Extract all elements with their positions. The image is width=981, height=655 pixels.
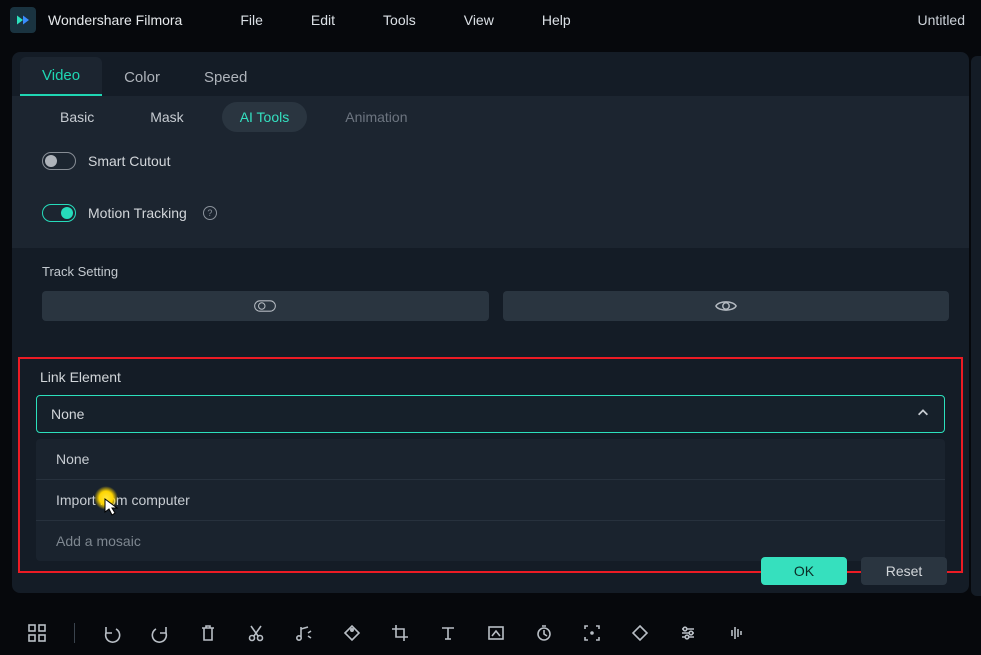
- cut-icon[interactable]: [245, 622, 267, 644]
- undo-icon[interactable]: [101, 622, 123, 644]
- right-side-strip: [971, 56, 981, 596]
- menu-file[interactable]: File: [230, 8, 273, 32]
- audio-detach-icon[interactable]: [293, 622, 315, 644]
- speed-ramp-icon[interactable]: [485, 622, 507, 644]
- reset-button[interactable]: Reset: [861, 557, 947, 585]
- subtab-mask[interactable]: Mask: [132, 102, 201, 132]
- smart-cutout-label: Smart Cutout: [88, 153, 170, 169]
- timer-icon[interactable]: [533, 622, 555, 644]
- option-motion-tracking: Motion Tracking ?: [42, 196, 949, 230]
- option-smart-cutout: Smart Cutout: [42, 144, 949, 178]
- dropdown-option-none[interactable]: None: [36, 439, 945, 480]
- subtab-ai-tools[interactable]: AI Tools: [222, 102, 308, 132]
- link-element-dropdown: None Import from computer Add a mosaic: [36, 439, 945, 561]
- track-setting-label: Track Setting: [42, 264, 949, 279]
- menu-tools[interactable]: Tools: [373, 8, 426, 32]
- link-element-combo[interactable]: None: [36, 395, 945, 433]
- focus-icon[interactable]: [581, 622, 603, 644]
- menu-edit[interactable]: Edit: [301, 8, 345, 32]
- footer-buttons: OK Reset: [761, 557, 947, 585]
- ok-button[interactable]: OK: [761, 557, 847, 585]
- link-element-selected: None: [51, 406, 84, 422]
- inspector-panel: Video Color Speed Basic Mask AI Tools An…: [12, 52, 969, 593]
- dropdown-option-mosaic[interactable]: Add a mosaic: [36, 521, 945, 561]
- bottom-toolbar: [0, 611, 981, 655]
- crop-icon[interactable]: [389, 622, 411, 644]
- sub-tabs: Basic Mask AI Tools Animation: [12, 96, 969, 138]
- tab-speed[interactable]: Speed: [182, 59, 269, 96]
- subtab-animation[interactable]: Animation: [327, 102, 425, 132]
- grid-icon[interactable]: [26, 622, 48, 644]
- link-element-region: Link Element None None Import from compu…: [18, 357, 963, 573]
- divider: [74, 623, 75, 643]
- options-area: Smart Cutout Motion Tracking ?: [12, 138, 969, 248]
- primary-tabs: Video Color Speed: [12, 52, 969, 96]
- waveform-icon[interactable]: [725, 622, 747, 644]
- track-setting-section: Track Setting: [12, 248, 969, 321]
- text-icon[interactable]: [437, 622, 459, 644]
- chevron-up-icon: [916, 406, 930, 423]
- track-toggle-segment[interactable]: [42, 291, 489, 321]
- smart-cutout-toggle[interactable]: [42, 152, 76, 170]
- tag-icon[interactable]: [341, 622, 363, 644]
- tab-color[interactable]: Color: [102, 59, 182, 96]
- menu-help[interactable]: Help: [532, 8, 581, 32]
- track-visibility-segment[interactable]: [503, 291, 950, 321]
- subtab-basic[interactable]: Basic: [42, 102, 112, 132]
- app-icon: [10, 7, 36, 33]
- redo-icon[interactable]: [149, 622, 171, 644]
- dropdown-option-import[interactable]: Import from computer: [36, 480, 945, 521]
- tab-video[interactable]: Video: [20, 57, 102, 96]
- help-icon[interactable]: ?: [203, 206, 217, 220]
- menubar: Wondershare Filmora File Edit Tools View…: [0, 0, 981, 40]
- motion-tracking-toggle[interactable]: [42, 204, 76, 222]
- menu-view[interactable]: View: [454, 8, 504, 32]
- motion-tracking-label: Motion Tracking: [88, 205, 187, 221]
- document-title: Untitled: [918, 12, 971, 28]
- app-name: Wondershare Filmora: [48, 12, 182, 28]
- link-element-label: Link Element: [40, 369, 945, 385]
- keyframe-icon[interactable]: [629, 622, 651, 644]
- delete-icon[interactable]: [197, 622, 219, 644]
- adjust-icon[interactable]: [677, 622, 699, 644]
